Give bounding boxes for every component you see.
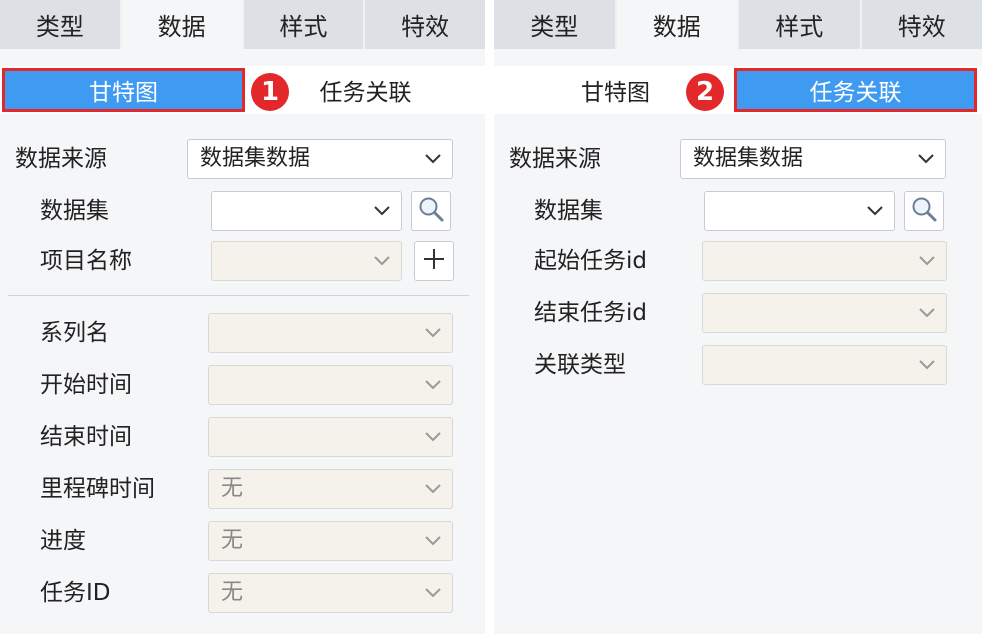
subtab-bar: 甘特图 2 任务关联 (494, 66, 982, 114)
chevron-down-icon (414, 522, 452, 560)
left-panel: 类型 数据 样式 特效 甘特图 1 任务关联 数据来源 数据集数据 数据集 项目… (0, 0, 485, 634)
step-badge: 2 (686, 73, 724, 111)
progress-label: 进度 (40, 528, 86, 554)
chevron-down-icon (414, 140, 452, 178)
task-id-value: 无 (221, 580, 244, 605)
end-time-select[interactable] (208, 417, 453, 457)
add-field-button[interactable] (414, 241, 454, 281)
search-button[interactable] (411, 191, 451, 231)
tab-type[interactable]: 类型 (0, 0, 122, 49)
plus-icon (422, 247, 446, 275)
data-source-value: 数据集数据 (200, 146, 311, 171)
data-source-label: 数据来源 (15, 146, 107, 172)
chevron-down-icon (856, 192, 894, 230)
dataset-label: 数据集 (534, 198, 603, 224)
start-time-select[interactable] (208, 365, 453, 405)
chevron-down-icon (414, 418, 452, 456)
dataset-select[interactable] (704, 191, 895, 231)
search-icon (910, 195, 938, 227)
divider (8, 295, 469, 296)
chevron-down-icon (414, 366, 452, 404)
tab-type[interactable]: 类型 (494, 0, 617, 49)
tab-effects[interactable]: 特效 (365, 0, 485, 49)
chevron-down-icon (414, 470, 452, 508)
end-task-id-select[interactable] (702, 293, 947, 333)
progress-select[interactable]: 无 (208, 521, 453, 561)
chevron-down-icon (907, 140, 945, 178)
tab-effects[interactable]: 特效 (861, 0, 982, 49)
subtab-task-link-label: 任务关联 (319, 80, 412, 106)
chevron-down-icon (908, 294, 946, 332)
tab-style[interactable]: 样式 (739, 0, 862, 49)
link-type-select[interactable] (702, 345, 947, 385)
tab-bar: 类型 数据 样式 特效 (494, 0, 982, 49)
series-select[interactable] (208, 313, 453, 353)
chevron-down-icon (414, 314, 452, 352)
link-type-label: 关联类型 (534, 352, 626, 378)
search-icon (417, 195, 445, 227)
task-id-select[interactable]: 无 (208, 573, 453, 613)
project-name-label: 项目名称 (40, 248, 132, 274)
data-source-value: 数据集数据 (693, 146, 804, 171)
chevron-down-icon (908, 346, 946, 384)
right-panel: 类型 数据 样式 特效 甘特图 2 任务关联 数据来源 数据集数据 数据集 起始… (494, 0, 982, 634)
data-source-label: 数据来源 (509, 146, 601, 172)
subtab-gantt[interactable]: 甘特图 (2, 68, 245, 112)
milestone-time-select[interactable]: 无 (208, 469, 453, 509)
search-button[interactable] (904, 191, 944, 231)
tab-style[interactable]: 样式 (243, 0, 366, 49)
end-time-label: 结束时间 (40, 424, 132, 450)
chevron-down-icon (363, 192, 401, 230)
dataset-select[interactable] (211, 191, 402, 231)
start-task-id-select[interactable] (702, 241, 947, 281)
data-source-select[interactable]: 数据集数据 (680, 139, 946, 179)
milestone-time-value: 无 (221, 476, 244, 501)
start-time-label: 开始时间 (40, 372, 132, 398)
project-name-select[interactable] (211, 241, 402, 281)
chevron-down-icon (908, 242, 946, 280)
data-source-select[interactable]: 数据集数据 (187, 139, 453, 179)
subtab-bar: 甘特图 1 任务关联 (0, 66, 485, 114)
chevron-down-icon (363, 242, 401, 280)
series-label: 系列名 (40, 320, 109, 346)
chevron-down-icon (414, 574, 452, 612)
start-task-id-label: 起始任务id (534, 248, 647, 274)
task-id-label: 任务ID (40, 580, 111, 606)
tab-data[interactable]: 数据 (616, 0, 739, 49)
subtab-task-link[interactable]: 任务关联 (244, 68, 485, 112)
subtab-task-link[interactable]: 任务关联 (734, 68, 977, 112)
progress-value: 无 (221, 528, 244, 553)
tab-bar: 类型 数据 样式 特效 (0, 0, 485, 49)
tab-data[interactable]: 数据 (121, 0, 244, 49)
end-task-id-label: 结束任务id (534, 300, 647, 326)
milestone-time-label: 里程碑时间 (40, 476, 155, 502)
dataset-label: 数据集 (40, 198, 109, 224)
